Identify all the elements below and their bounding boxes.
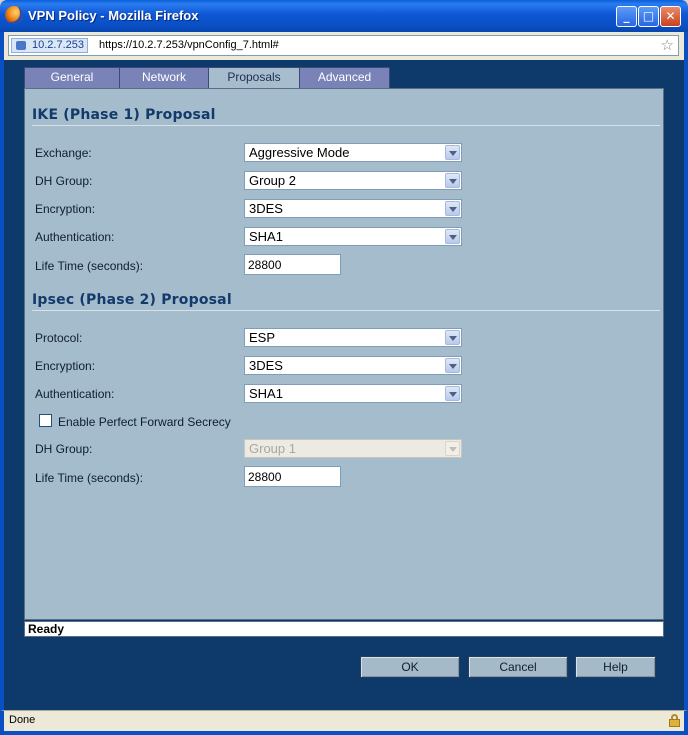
browser-status-bar: Done <box>0 710 688 735</box>
chevron-down-icon[interactable] <box>445 173 460 188</box>
ike-authentication-label: Authentication: <box>35 230 115 244</box>
padlock-icon[interactable] <box>669 714 680 727</box>
ipsec-protocol-select[interactable]: ESP <box>244 328 462 347</box>
ipsec-encryption-value: 3DES <box>249 358 283 373</box>
url-toolbar: 10.2.7.253 https://10.2.7.253/vpnConfig_… <box>0 32 688 60</box>
ike-encryption-value: 3DES <box>249 201 283 216</box>
close-button[interactable]: ✕ <box>660 6 681 27</box>
site-identity-button[interactable]: 10.2.7.253 <box>11 38 88 53</box>
close-icon: ✕ <box>665 9 676 23</box>
chevron-down-icon[interactable] <box>445 330 460 345</box>
ike-section-divider <box>32 125 660 126</box>
ipsec-lifetime-input[interactable] <box>244 466 341 487</box>
ipsec-lifetime-label: Life Time (seconds): <box>35 471 144 485</box>
proposals-panel: IKE (Phase 1) Proposal Exchange: Aggress… <box>24 88 664 620</box>
ipsec-protocol-value: ESP <box>249 330 276 345</box>
tab-advanced[interactable]: Advanced <box>299 67 390 89</box>
window-titlebar: VPN Policy - Mozilla Firefox _ □ ✕ <box>0 0 688 32</box>
ike-lifetime-input[interactable] <box>244 254 341 275</box>
chevron-down-icon[interactable] <box>445 201 460 216</box>
chevron-down-icon[interactable] <box>445 145 460 160</box>
firefox-icon <box>5 6 23 24</box>
ipsec-section-title: Ipsec (Phase 2) Proposal <box>32 292 232 308</box>
dialog-status: Ready <box>24 621 664 637</box>
ipsec-dh-group-value: Group 1 <box>249 441 296 456</box>
ipsec-encryption-select[interactable]: 3DES <box>244 356 462 375</box>
maximize-icon: □ <box>642 9 655 23</box>
ipsec-encryption-label: Encryption: <box>35 359 96 373</box>
chevron-down-icon[interactable] <box>445 386 460 401</box>
url-input[interactable]: 10.2.7.253 https://10.2.7.253/vpnConfig_… <box>8 35 679 56</box>
ike-dh-group-select[interactable]: Group 2 <box>244 171 462 190</box>
ike-encryption-label: Encryption: <box>35 202 96 216</box>
url-text: https://10.2.7.253/vpnConfig_7.html# <box>99 39 279 51</box>
ipsec-dh-group-label: DH Group: <box>35 442 93 456</box>
ipsec-authentication-select[interactable]: SHA1 <box>244 384 462 403</box>
window-title: VPN Policy - Mozilla Firefox <box>28 8 199 23</box>
chevron-down-icon[interactable] <box>445 229 460 244</box>
ipsec-protocol-label: Protocol: <box>35 331 83 345</box>
site-identity-label: 10.2.7.253 <box>32 39 84 51</box>
ok-button[interactable]: OK <box>360 656 460 678</box>
ipsec-authentication-value: SHA1 <box>249 386 283 401</box>
tab-network[interactable]: Network <box>119 67 209 89</box>
ike-section-title: IKE (Phase 1) Proposal <box>32 107 216 123</box>
minimize-button[interactable]: _ <box>616 6 637 27</box>
ike-dh-group-value: Group 2 <box>249 173 296 188</box>
site-identity-icon <box>16 41 26 50</box>
tab-general[interactable]: General <box>24 67 120 89</box>
ipsec-authentication-label: Authentication: <box>35 387 115 401</box>
chevron-down-icon <box>445 441 460 456</box>
help-button[interactable]: Help <box>575 656 656 678</box>
chevron-down-icon[interactable] <box>445 358 460 373</box>
ike-authentication-select[interactable]: SHA1 <box>244 227 462 246</box>
page-content: General Network Proposals Advanced IKE (… <box>0 60 688 710</box>
ipsec-dh-group-select: Group 1 <box>244 439 462 458</box>
ike-exchange-select[interactable]: Aggressive Mode <box>244 143 462 162</box>
minimize-icon: _ <box>623 9 630 23</box>
ike-exchange-label: Exchange: <box>35 146 92 160</box>
cancel-button[interactable]: Cancel <box>468 656 568 678</box>
ike-exchange-value: Aggressive Mode <box>249 145 350 160</box>
ike-lifetime-label: Life Time (seconds): <box>35 259 144 273</box>
ike-dh-group-label: DH Group: <box>35 174 93 188</box>
maximize-button[interactable]: □ <box>638 6 659 27</box>
pfs-checkbox[interactable] <box>39 414 52 427</box>
browser-status-text: Done <box>9 714 36 726</box>
pfs-label[interactable]: Enable Perfect Forward Secrecy <box>58 415 231 429</box>
ipsec-section-divider <box>32 310 660 311</box>
ike-encryption-select[interactable]: 3DES <box>244 199 462 218</box>
bookmark-star-icon[interactable]: ☆ <box>661 36 674 55</box>
ike-authentication-value: SHA1 <box>249 229 283 244</box>
